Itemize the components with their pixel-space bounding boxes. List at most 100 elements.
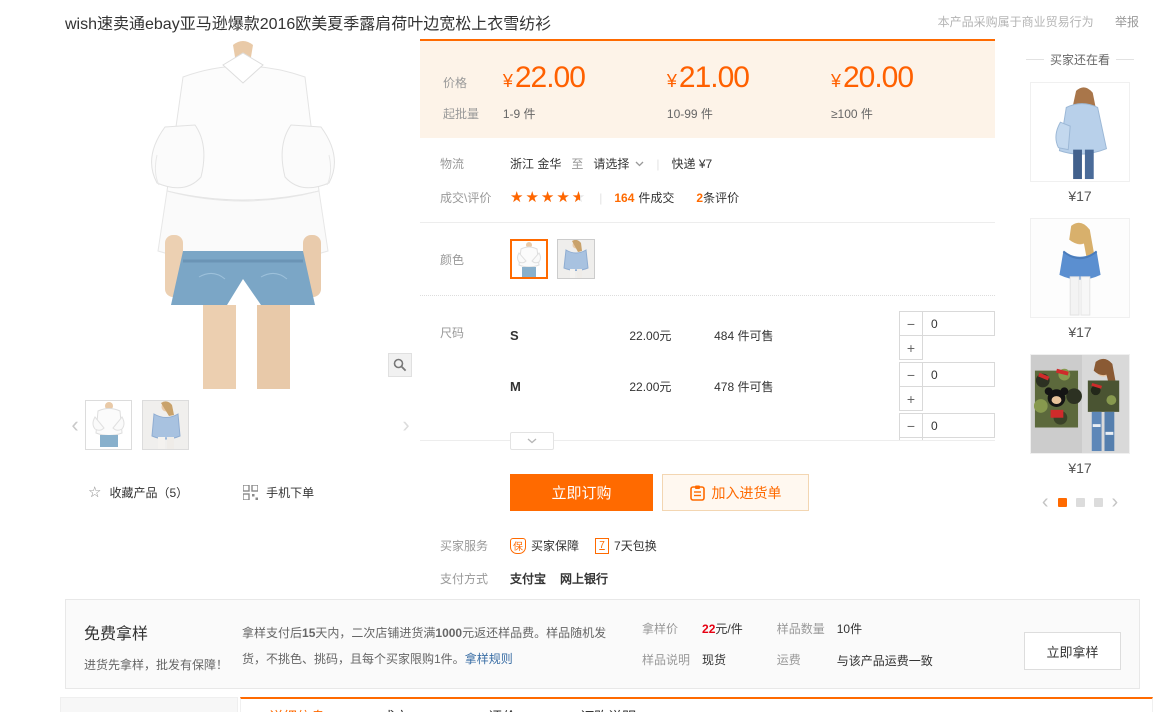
recommend-title: 买家还在看	[1020, 51, 1140, 68]
logistics-row: 物流 浙江 金华 至 请选择 | 快递 ¥7	[420, 155, 995, 172]
moq-tier-2: 10-99 件	[667, 105, 831, 122]
pager-dot-2[interactable]	[1076, 498, 1085, 507]
recommend-price-3: ¥17	[1020, 460, 1140, 476]
quantity-input[interactable]	[923, 413, 995, 438]
main-product-image[interactable]	[65, 39, 420, 389]
price-tier-1: ¥22.00	[503, 61, 667, 95]
add-to-purchase-list-label: 加入进货单	[712, 483, 782, 503]
dotted-divider	[420, 295, 995, 296]
section-divider	[420, 222, 995, 223]
offer-panel: 价格 ¥22.00 ¥21.00 ¥20.00 起批量 1-9 件 10-99 …	[420, 39, 995, 587]
pager-next-icon[interactable]: ›	[1112, 492, 1119, 512]
logistics-label: 物流	[440, 155, 510, 172]
sample-description: 拿样支付后15天内，二次店铺进货满1000元返还样品费。样品随机发货，不挑色、挑…	[242, 620, 614, 672]
tab-order-instructions[interactable]: 订购说明	[580, 707, 636, 712]
recommend-pager: ‹ ›	[1020, 492, 1140, 512]
favorite-link[interactable]: 收藏产品（5）	[109, 484, 188, 501]
recommend-item-3[interactable]: ¥17	[1020, 354, 1140, 476]
sample-qty-value: 10件	[837, 620, 933, 637]
qr-code-icon	[243, 485, 258, 500]
color-swatch-white[interactable]	[510, 239, 548, 279]
buyer-service-row: 买家服务 保 买家保障 7 7天包换	[420, 537, 995, 554]
rating-label: 成交\评价	[440, 189, 510, 206]
add-to-purchase-list-button[interactable]: 加入进货单	[662, 474, 809, 511]
report-link[interactable]: 举报	[1115, 15, 1139, 29]
sample-note-label: 样品说明	[642, 651, 690, 668]
sample-desc-days: 15	[302, 626, 315, 640]
thumbs-next-icon[interactable]: ›	[396, 414, 416, 436]
product-gallery: ‹	[65, 39, 420, 587]
currency-symbol: ¥	[667, 71, 677, 91]
sample-title: 免费拿样	[84, 620, 242, 644]
sku-row-partial: − +	[510, 412, 995, 440]
recommend-image-3	[1030, 354, 1130, 454]
detail-tabbar: 详细信息 成交164 评价2 订购说明	[240, 697, 1153, 712]
gallery-actions: ☆ 收藏产品（5） 手机下单	[88, 483, 420, 501]
buyer-protection-label[interactable]: 买家保障	[531, 537, 579, 554]
tab-reviews[interactable]: 评价2	[488, 707, 524, 712]
sample-price-value: 22元/件	[702, 620, 743, 637]
destination-value: 请选择	[593, 155, 629, 172]
plus-button[interactable]: +	[899, 437, 923, 440]
quantity-input[interactable]	[923, 362, 995, 387]
sku-price: 22.00元	[629, 378, 714, 395]
color-option-row: 颜色	[420, 239, 995, 279]
minus-button[interactable]: −	[899, 311, 923, 336]
trade-notice-area: 本产品采购属于商业贸易行为 举报	[938, 13, 1139, 30]
buyer-service-label: 买家服务	[440, 537, 510, 554]
moq-tier-1: 1-9 件	[503, 105, 667, 122]
sample-ship-label: 运费	[777, 651, 825, 671]
recommendations-sidebar: 买家还在看 ¥17	[1020, 39, 1140, 587]
recommend-image-2	[1030, 218, 1130, 318]
mobile-order-link[interactable]: 手机下单	[266, 484, 314, 501]
payment-alipay: 支付宝	[510, 570, 546, 587]
tab-detail-info[interactable]: 详细信息	[269, 707, 325, 712]
quantity-input[interactable]	[923, 311, 995, 336]
sample-rule-link[interactable]: 拿样规则	[465, 652, 513, 666]
moq-tier-3: ≥100 件	[831, 105, 995, 122]
recommend-item-2[interactable]: ¥17	[1020, 218, 1140, 340]
sample-info-grid: 拿样价 22元/件 样品说明 现货 样品数量 10件 运费 与该产品运费一致	[642, 620, 967, 671]
magnifier-icon[interactable]	[388, 353, 412, 377]
top-bar: wish速卖通ebay亚马逊爆款2016欧美夏季露肩荷叶边宽松上衣雪纺衫 本产品…	[0, 0, 1153, 34]
thumbnail-white[interactable]	[85, 400, 132, 450]
price-box: 价格 ¥22.00 ¥21.00 ¥20.00 起批量 1-9 件 10-99 …	[420, 39, 995, 138]
get-sample-button[interactable]: 立即拿样	[1024, 632, 1121, 670]
destination-select[interactable]: 请选择	[593, 155, 644, 172]
rating-row: 成交\评价 ★★★★★ ★★★★★ | 164 件成交 2 条评价	[420, 189, 995, 206]
sample-ship-value: 与该产品运费一致	[837, 651, 933, 671]
plus-button[interactable]: +	[899, 386, 923, 411]
seven-day-label[interactable]: 7天包换	[614, 537, 657, 554]
pager-dot-1[interactable]	[1058, 498, 1067, 507]
payment-netbank: 网上银行	[560, 570, 608, 587]
tier-price: 21.00	[679, 61, 749, 94]
plus-button[interactable]: +	[899, 335, 923, 360]
pager-prev-icon[interactable]: ‹	[1042, 492, 1049, 512]
thumbnail-blue[interactable]	[142, 400, 189, 450]
tab-deals[interactable]: 成交164	[381, 707, 432, 712]
recommend-price-1: ¥17	[1020, 188, 1140, 204]
action-buttons: 立即订购 加入进货单	[510, 474, 995, 511]
order-now-button[interactable]: 立即订购	[510, 474, 653, 511]
pager-dot-3[interactable]	[1094, 498, 1103, 507]
review-count[interactable]: 2	[696, 191, 703, 205]
sku-stock: 484 件可售	[714, 327, 811, 344]
tier-price: 20.00	[843, 61, 913, 94]
recommend-item-1[interactable]: ¥17	[1020, 82, 1140, 204]
star-rating: ★★★★★ ★★★★★	[510, 190, 587, 205]
minus-button[interactable]: −	[899, 413, 923, 438]
moq-label: 起批量	[443, 105, 503, 122]
bottom-section: 义乌市瑞迢服饰有限公司 诚 1 年 | 保 详细信息 成交164 评价2 订购说…	[60, 697, 1153, 712]
thumbs-prev-icon[interactable]: ‹	[65, 414, 85, 436]
buyer-protection-icon: 保	[510, 538, 526, 554]
minus-button[interactable]: −	[899, 362, 923, 387]
trade-notice: 本产品采购属于商业贸易行为	[938, 15, 1094, 29]
price-tier-2: ¥21.00	[667, 61, 831, 95]
sku-divider	[420, 440, 995, 441]
expand-sizes-button[interactable]	[510, 432, 554, 450]
color-swatch-blue[interactable]	[557, 239, 595, 279]
stars-filled: ★★★★★	[510, 190, 580, 205]
logistics-to: 至	[571, 155, 583, 172]
deal-count[interactable]: 164	[614, 191, 634, 205]
express-fee: 快递 ¥7	[672, 155, 713, 172]
